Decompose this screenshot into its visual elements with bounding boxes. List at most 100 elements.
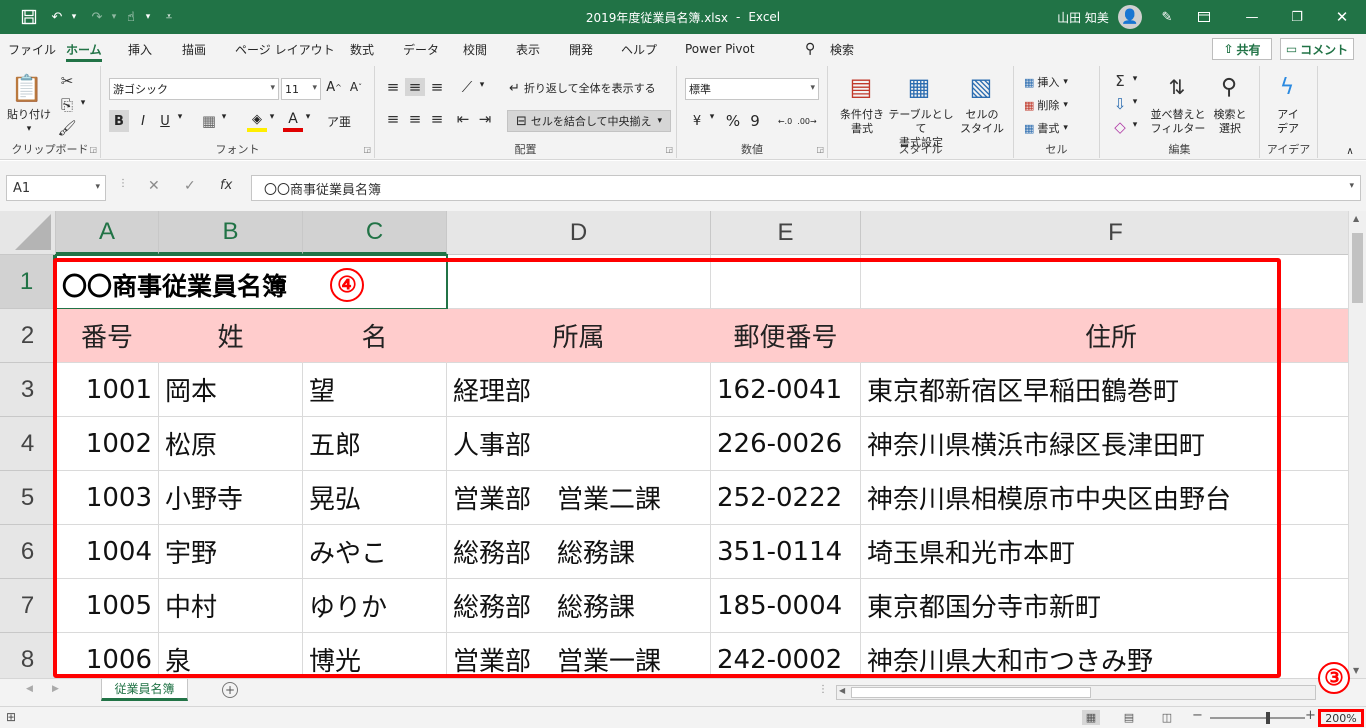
header-cell-number[interactable]: 番号	[56, 309, 159, 363]
scroll-down-icon[interactable]: ▼	[1353, 666, 1359, 675]
autosum-icon[interactable]: Σ	[1110, 72, 1130, 90]
row-header-1[interactable]: 1	[0, 255, 56, 309]
table-cell[interactable]: 神奈川県相模原市中央区由野台	[861, 471, 1348, 525]
tab-view[interactable]: 表示	[516, 34, 540, 64]
enter-icon[interactable]: ✓	[184, 178, 196, 194]
paste-dropdown-icon[interactable]: ▾	[24, 124, 34, 134]
comma-style-icon[interactable]: 9	[745, 110, 765, 132]
grow-font-icon[interactable]: A ^	[325, 80, 343, 95]
tab-data[interactable]: データ	[403, 34, 439, 64]
phonetic-icon[interactable]: ア亜	[327, 110, 351, 132]
normal-view-icon[interactable]: ▦	[1082, 710, 1100, 725]
fill-color-icon[interactable]: ◈	[247, 110, 267, 132]
align-left-icon[interactable]: ≡	[383, 110, 403, 128]
dialog-launcher-icon[interactable]: ◲	[363, 145, 371, 154]
table-cell[interactable]: 162-0041	[711, 363, 861, 417]
column-header-a[interactable]: A	[56, 211, 159, 255]
currency-icon[interactable]: ¥	[687, 110, 707, 132]
underline-icon[interactable]: U	[155, 110, 175, 132]
paste-button-label[interactable]: 貼り付け	[4, 108, 54, 122]
table-cell[interactable]: 博光	[303, 633, 447, 678]
row-header-3[interactable]: 3	[0, 363, 56, 417]
comments-button[interactable]: ▭ コメント	[1280, 38, 1354, 60]
find-select-icon[interactable]: ⚲	[1214, 72, 1244, 102]
table-cell[interactable]: みやこ	[303, 525, 447, 579]
tell-me-search[interactable]: 検索	[830, 34, 854, 64]
copy-dropdown-icon[interactable]: ▾	[78, 98, 88, 108]
touch-dropdown-icon[interactable]: ▾	[142, 0, 154, 34]
share-button[interactable]: ⇧ 共有	[1212, 38, 1272, 60]
font-size-combo[interactable]: 11 ▾	[281, 78, 321, 100]
lightning-icon[interactable]: ϟ	[1272, 72, 1302, 102]
next-sheet-icon[interactable]: ▶	[52, 684, 59, 694]
format-painter-icon[interactable]: 🖌	[57, 119, 76, 137]
header-cell-department[interactable]: 所属	[447, 309, 711, 363]
zoom-out-icon[interactable]: −	[1192, 708, 1203, 723]
insert-function-icon[interactable]: fx	[220, 178, 232, 193]
cell-styles-button[interactable]: セルの スタイル	[956, 108, 1008, 136]
collapse-ribbon-icon[interactable]: ∧	[1342, 146, 1358, 157]
table-cell[interactable]: 1001	[56, 363, 159, 417]
macro-record-icon[interactable]: ⊞	[6, 710, 16, 724]
column-header-e[interactable]: E	[711, 211, 861, 255]
increase-indent-icon[interactable]: ⇥	[475, 110, 495, 128]
borders-dropdown-icon[interactable]: ▾	[219, 112, 229, 122]
fill-dropdown-icon[interactable]: ▾	[1130, 97, 1140, 107]
table-cell[interactable]: 252-0222	[711, 471, 861, 525]
paste-icon[interactable]: 📋	[10, 72, 44, 106]
zoom-in-icon[interactable]: +	[1305, 708, 1316, 723]
decrease-decimal-icon[interactable]: .00→	[797, 110, 817, 132]
scroll-left-icon[interactable]: ◀	[839, 686, 845, 695]
table-cell[interactable]: 営業部 営業一課	[447, 633, 711, 678]
tab-formulas[interactable]: 数式	[350, 34, 374, 64]
table-cell[interactable]: 岡本	[159, 363, 303, 417]
horizontal-scroll-thumb[interactable]	[851, 687, 1091, 698]
underline-dropdown-icon[interactable]: ▾	[175, 112, 185, 122]
table-cell[interactable]: 総務部 総務課	[447, 525, 711, 579]
number-format-combo[interactable]: 標準 ▾	[685, 78, 819, 100]
format-cells-button[interactable]: ▦ 書式 ▾	[1024, 118, 1068, 138]
table-cell[interactable]: 宇野	[159, 525, 303, 579]
vertical-scrollbar[interactable]: ▲ ▼	[1348, 211, 1366, 678]
autosum-dropdown-icon[interactable]: ▾	[1130, 74, 1140, 84]
sort-filter-icon[interactable]: ⇅	[1162, 72, 1192, 102]
bold-icon[interactable]: B	[109, 110, 129, 132]
align-middle-icon[interactable]: ≡	[405, 78, 425, 96]
minimize-icon[interactable]: —	[1235, 0, 1269, 34]
table-cell[interactable]: 351-0114	[711, 525, 861, 579]
zoom-slider-knob[interactable]	[1266, 712, 1270, 724]
column-header-b[interactable]: B	[159, 211, 303, 255]
redo-icon[interactable]: ↷	[86, 0, 108, 34]
ideas-button[interactable]: アイ デア	[1266, 108, 1310, 136]
table-cell[interactable]: 中村	[159, 579, 303, 633]
header-cell-postal-code[interactable]: 郵便番号	[711, 309, 861, 363]
insert-cells-button[interactable]: ▦ 挿入 ▾	[1024, 72, 1068, 92]
close-icon[interactable]: ✕	[1325, 0, 1359, 34]
tab-help[interactable]: ヘルプ	[621, 34, 657, 64]
cell-f1[interactable]	[861, 255, 1348, 309]
header-cell-surname[interactable]: 姓	[159, 309, 303, 363]
merge-center-button[interactable]: ⊟ セルを結合して中央揃え ▾	[507, 110, 671, 132]
borders-icon[interactable]: ▦	[199, 110, 219, 132]
table-cell[interactable]: 東京都新宿区早稲田鶴巻町	[861, 363, 1348, 417]
currency-dropdown-icon[interactable]: ▾	[707, 112, 717, 122]
page-break-view-icon[interactable]: ◫	[1158, 710, 1176, 725]
cell-styles-icon[interactable]: ▧	[966, 72, 996, 102]
conditional-format-icon[interactable]: ▤	[846, 72, 876, 102]
row-header-4[interactable]: 4	[0, 417, 56, 471]
expand-formula-icon[interactable]: ▾	[1349, 181, 1354, 191]
select-all-corner[interactable]	[0, 211, 56, 255]
undo-dropdown-icon[interactable]: ▾	[68, 0, 80, 34]
tab-draw[interactable]: 描画	[182, 34, 206, 64]
cancel-icon[interactable]: ✕	[148, 178, 160, 194]
worksheet-grid[interactable]: A B C D E F 1 2 3 4 5 6 7 8 〇〇商事従業員名簿 番号…	[0, 211, 1348, 678]
redo-dropdown-icon[interactable]: ▾	[108, 0, 120, 34]
clear-dropdown-icon[interactable]: ▾	[1130, 120, 1140, 130]
vertical-scroll-thumb[interactable]	[1352, 233, 1363, 303]
column-header-d[interactable]: D	[447, 211, 711, 255]
table-cell[interactable]: 人事部	[447, 417, 711, 471]
undo-icon[interactable]: ↶	[46, 0, 68, 34]
table-cell[interactable]: 242-0002	[711, 633, 861, 678]
table-cell[interactable]: 総務部 総務課	[447, 579, 711, 633]
page-layout-view-icon[interactable]: ▤	[1120, 710, 1138, 725]
